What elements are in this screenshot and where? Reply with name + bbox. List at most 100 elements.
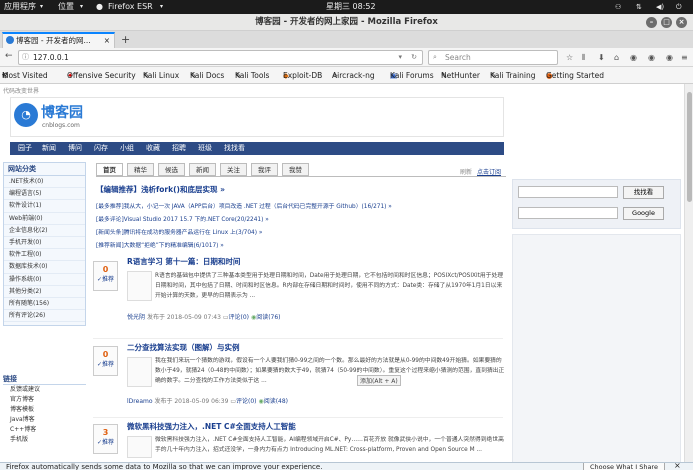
pocket-icon[interactable]: ◉ (630, 52, 637, 63)
recommend-link[interactable]: [新闻头条]腾讯将在成功的服务器产品运行在 Linux 上(3/704) » (96, 230, 262, 236)
digg-count: 0 (102, 265, 109, 274)
category-item[interactable]: 软件工程(0) (4, 249, 85, 262)
search-input[interactable]: ⌕ Search (428, 50, 558, 65)
close-tab-icon[interactable]: × (104, 34, 110, 47)
author-link[interactable]: lDreamo (127, 398, 153, 405)
addon-icon[interactable]: ◉ (648, 52, 655, 63)
nav-item-news[interactable]: 新闻 (42, 142, 56, 155)
editor-pick-link[interactable]: 【编辑推荐】浅析fork()和底层实现 » (96, 184, 225, 195)
comments-link[interactable]: 评论(0) (236, 398, 257, 405)
recommend-link[interactable]: [推荐新闻]大数据“拒绝”下的精准编辑(6/1017) » (96, 243, 224, 249)
library-icon[interactable]: ⫴ (582, 52, 585, 63)
tab-news[interactable]: 新闻 (189, 163, 216, 176)
category-item[interactable]: 操作系统(0) (4, 274, 85, 286)
author-link[interactable]: 悦光阴 (127, 314, 145, 321)
link-item[interactable]: C++博客 (3, 425, 86, 435)
post-footer: 悦光阴 发布于 2018-05-09 07:43 ▭评论(0) ◉阅读(76) (127, 312, 281, 321)
category-item[interactable]: Web前端(0) (4, 213, 85, 225)
network-icon[interactable]: ⇅ (636, 0, 642, 14)
logo-text[interactable]: 博客园 (41, 102, 83, 122)
site-search-button[interactable]: 找找看 (623, 186, 664, 199)
nav-item-group[interactable]: 小组 (120, 142, 134, 155)
post-title[interactable]: R语言学习 第十一篇：日期和时间 (127, 256, 240, 267)
active-app-menu[interactable]: Firefox ESR (108, 0, 153, 14)
views-link[interactable]: 阅读(48) (264, 398, 288, 405)
tab-title: 博客园 - 开发者的网... (16, 36, 91, 45)
category-item[interactable]: 编程语言(5) (4, 188, 85, 201)
clock[interactable]: 星期三 08:52 (326, 0, 376, 14)
scrollbar-thumb[interactable] (687, 92, 692, 202)
cnblogs-logo-icon[interactable]: ◔ (14, 103, 38, 127)
link-item[interactable]: Java博客 (3, 415, 86, 425)
tab-candidate[interactable]: 候选 (158, 163, 185, 176)
extension-icon[interactable]: ◉ (666, 52, 673, 63)
digg-box[interactable]: 0 ✓推荐 (93, 261, 118, 291)
post-title[interactable]: 二分查找算法实现（图解）与实例 (127, 342, 240, 353)
recommend-link[interactable]: [最多评论]Visual Studio 2017 15.7 下的.NET Cor… (96, 217, 269, 223)
top-link[interactable]: 代码改变世界 (3, 86, 39, 95)
nav-item-jobs[interactable]: 招聘 (172, 142, 186, 155)
reload-icon[interactable]: ↻ (411, 51, 417, 64)
comments-link[interactable]: 评论(0) (229, 314, 250, 321)
nav-item-favorites[interactable]: 收藏 (146, 142, 160, 155)
choose-share-button[interactable]: Choose What I Share (583, 463, 665, 470)
subscribe-link[interactable]: 点击订阅 (477, 167, 501, 176)
post-footer: lDreamo 发布于 2018-05-09 06:39 ▭评论(0) ◉阅读(… (127, 396, 288, 405)
power-icon[interactable]: ⏻ (676, 0, 682, 14)
info-icon[interactable]: ⓘ (22, 51, 29, 64)
link-item[interactable]: 博客模板 (3, 405, 86, 415)
category-item[interactable]: .NET技术(0) (4, 176, 85, 189)
digg-box[interactable]: 0 ✓推荐 (93, 346, 118, 376)
site-search-box: 找找看 Google (512, 179, 681, 229)
page-scrollbar[interactable] (684, 84, 693, 462)
post-title[interactable]: 微软黑科技强力注入，.NET C#全面支持人工智能 (127, 421, 296, 432)
hamburger-menu-icon[interactable]: ≡ (681, 52, 688, 63)
nav-item-yuanzi[interactable]: 园子 (18, 142, 32, 155)
minimize-button[interactable]: – (646, 17, 657, 28)
nav-item-search[interactable]: 找找看 (224, 142, 245, 155)
category-item[interactable]: 所有评论(26) (4, 310, 85, 323)
tab-my-comments[interactable]: 我评 (251, 163, 278, 176)
close-button[interactable]: × (676, 17, 687, 28)
category-item[interactable]: 手机开发(0) (4, 237, 85, 250)
home-icon[interactable]: ⌂ (614, 52, 619, 63)
maximize-button[interactable]: □ (661, 17, 672, 28)
tab-my-likes[interactable]: 我赞 (282, 163, 309, 176)
category-item[interactable]: 数据库技术(0) (4, 261, 85, 274)
dropdown-icon[interactable]: ▾ (398, 51, 402, 64)
link-item[interactable]: 官方博客 (3, 395, 86, 405)
category-item[interactable]: 其他分类(2) (4, 286, 85, 298)
user-icon[interactable]: ⚇ (615, 0, 621, 14)
places-menu[interactable]: 位置 (58, 0, 74, 14)
category-item[interactable]: 软件设计(1) (4, 200, 85, 213)
applications-menu[interactable]: 应用程序 (4, 0, 36, 14)
url-bar[interactable]: ⓘ 127.0.0.1 ↻ ▾ (18, 50, 423, 65)
google-search-input[interactable] (518, 207, 618, 219)
recommend-link[interactable]: [最多推荐]我从大，小记一次 JAVA（APP后台）项目改造 .NET 过程（后… (96, 204, 392, 210)
tab-follow[interactable]: 关注 (220, 163, 247, 176)
digg-box[interactable]: 3 ✓推荐 (93, 424, 118, 454)
author-avatar[interactable] (127, 357, 152, 387)
volume-icon[interactable]: ◀) (656, 0, 664, 14)
back-icon[interactable]: ← (5, 51, 13, 62)
tab-home[interactable]: 首页 (96, 163, 123, 176)
google-search-button[interactable]: Google (623, 207, 664, 220)
nav-item-flash[interactable]: 闪存 (94, 142, 108, 155)
link-item[interactable]: 反馈或建议 (3, 385, 86, 395)
star-icon[interactable]: ☆ (566, 52, 573, 63)
category-item[interactable]: 所有随笔(156) (4, 298, 85, 311)
download-icon[interactable]: ⬇ (598, 52, 605, 63)
views-link[interactable]: 阅读(76) (256, 314, 280, 321)
nav-item-class[interactable]: 班级 (198, 142, 212, 155)
site-search-input[interactable] (518, 186, 618, 198)
browser-tab[interactable]: 博客园 - 开发者的网... × (2, 32, 115, 48)
category-item[interactable]: 企业信息化(2) (4, 225, 85, 237)
new-tab-button[interactable]: + (121, 32, 130, 47)
author-avatar[interactable] (127, 271, 152, 301)
logo-domain: cnblogs.com (42, 122, 80, 129)
author-avatar[interactable] (127, 436, 152, 458)
nav-item-ask[interactable]: 博问 (68, 142, 82, 155)
link-item[interactable]: 手机版 (3, 435, 86, 445)
close-icon[interactable]: × (674, 463, 681, 470)
tab-featured[interactable]: 精华 (127, 163, 154, 176)
